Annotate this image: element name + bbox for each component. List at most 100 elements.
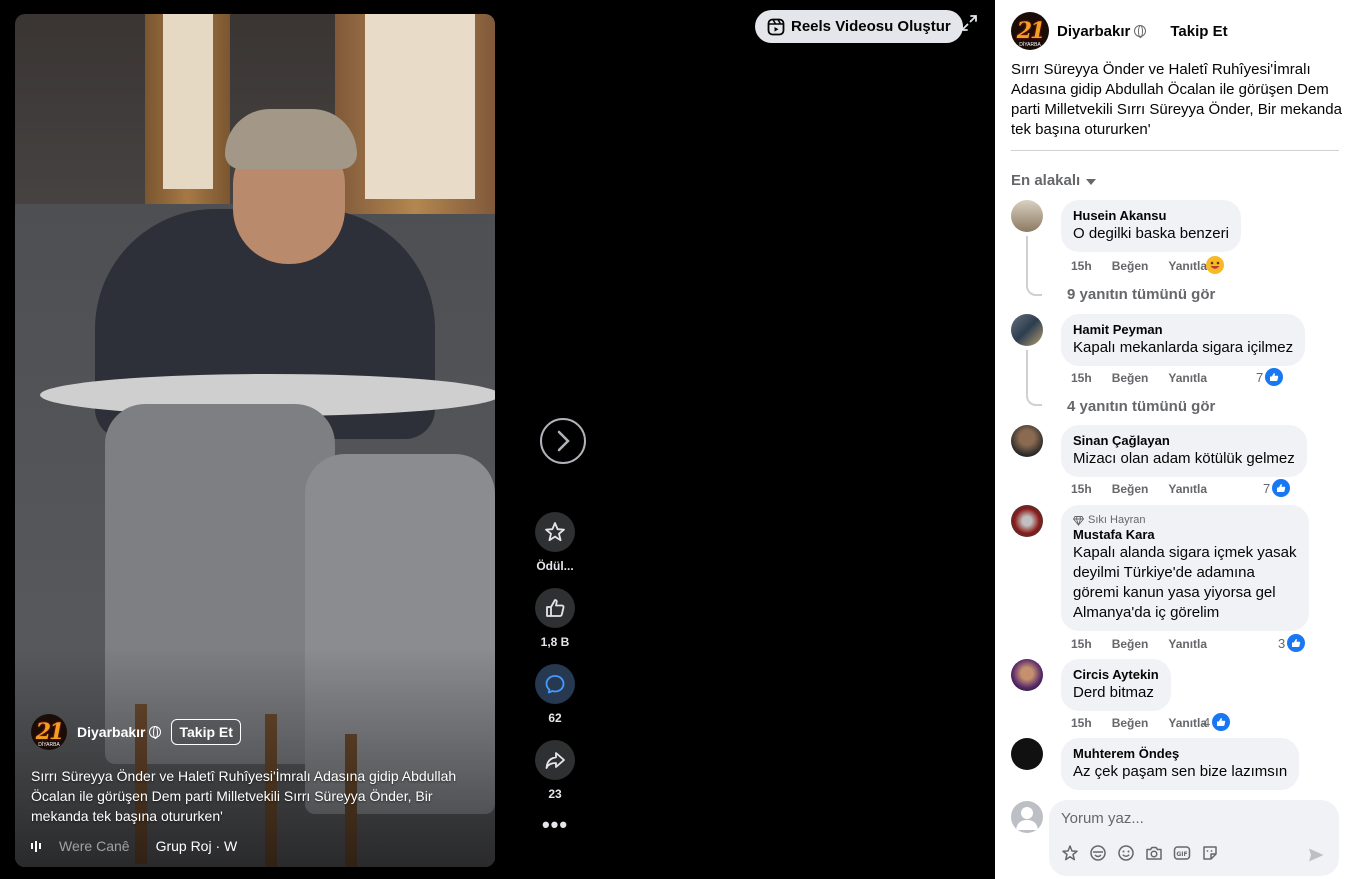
comment-count: 62 [548, 711, 562, 725]
commenter-avatar[interactable] [1011, 200, 1043, 232]
share-button[interactable] [535, 740, 575, 780]
comment-button[interactable] [535, 664, 575, 704]
camera-icon[interactable] [1145, 844, 1163, 862]
comment-action[interactable]: 62 [535, 664, 575, 725]
comment-time[interactable]: 15h [1071, 716, 1092, 730]
gif-icon[interactable]: GIF [1173, 844, 1191, 862]
commenter-avatar[interactable] [1011, 425, 1043, 457]
award-action[interactable]: Ödül... [535, 512, 575, 573]
award-label: Ödül... [536, 559, 574, 573]
comment-reply-link[interactable]: Yanıtla [1168, 716, 1207, 730]
reaction-count: 7 [1263, 480, 1271, 496]
comment-reply-link[interactable]: Yanıtla [1168, 482, 1207, 496]
logo-subtext: DİYARBA [38, 742, 60, 748]
panel-header: 21 DİYARBA Diyarbakır Takip Et [1011, 12, 1228, 50]
comment-reply-link[interactable]: Yanıtla [1168, 259, 1207, 273]
comment-input-box[interactable]: Yorum yaz... GIF [1049, 800, 1339, 876]
like-button[interactable] [535, 588, 575, 628]
video-scene-cap [225, 109, 357, 169]
avatar-sticker-icon[interactable] [1089, 844, 1107, 862]
comment-like-link[interactable]: Beğen [1112, 637, 1149, 651]
page-avatar[interactable]: 21 DİYARBA [31, 714, 67, 750]
comment-item: Hamit Peyman Kapalı mekanlarda sigara iç… [1011, 314, 1345, 424]
view-replies-link[interactable]: 9 yanıtın tümünü gör [1067, 286, 1215, 303]
comment-like-link[interactable]: Beğen [1112, 371, 1149, 385]
comment-text: O degilki baska benzeri [1073, 225, 1229, 242]
laughing-emoji-icon [1206, 256, 1224, 274]
reaction-count: 4 [1203, 714, 1211, 730]
comment-time[interactable]: 15h [1071, 371, 1092, 385]
star-award-icon [545, 522, 565, 542]
video-follow-button[interactable]: Takip Et [171, 719, 241, 745]
comment-like-link[interactable]: Beğen [1112, 259, 1149, 273]
more-options-button[interactable]: ••• [542, 814, 568, 836]
comment-reactions[interactable]: 3 [1278, 634, 1306, 652]
reel-video[interactable]: 21 DİYARBA Diyarbakır Takip Et Sırrı Sür… [15, 14, 495, 867]
comment-author[interactable]: Hamit Peyman [1073, 322, 1293, 338]
comment-bubble: Muhterem Öndeş Az çek paşam sen bize laz… [1061, 738, 1300, 790]
composer-tools: GIF [1061, 844, 1219, 862]
page-avatar[interactable]: 21 DİYARBA [1011, 12, 1049, 50]
video-owner-row: 21 DİYARBA Diyarbakır Takip Et [31, 714, 241, 750]
chevron-right-icon [557, 430, 570, 452]
globe-icon [1134, 24, 1147, 38]
comment-time[interactable]: 15h [1071, 637, 1092, 651]
comment-reactions[interactable]: 7 [1256, 368, 1284, 386]
globe-icon [149, 726, 162, 739]
reel-actions: Ödül... 1,8 B 62 23 ••• [529, 512, 581, 836]
commenter-avatar[interactable] [1011, 659, 1043, 691]
comment-author[interactable]: Muhterem Öndeş [1073, 746, 1287, 762]
comment-time[interactable]: 15h [1071, 482, 1092, 496]
sort-label: En alakalı [1011, 172, 1081, 189]
next-reel-button[interactable] [540, 418, 586, 464]
comment-author[interactable]: Circis Aytekin [1073, 667, 1159, 683]
comment-text: Derd bitmaz [1073, 684, 1154, 701]
commenter-avatar[interactable] [1011, 505, 1043, 537]
comment-meta: 15h Beğen Yanıtla [1071, 259, 1227, 273]
comment-item: Circis Aytekin Derd bitmaz 15h Beğen Yan… [1011, 659, 1345, 731]
panel-owner-name-text: Diyarbakır [1057, 22, 1131, 40]
comment-reactions[interactable]: 7 [1263, 479, 1291, 497]
comment-time[interactable]: 15h [1071, 259, 1092, 273]
comment-text: Mizacı olan adam kötülük gelmez [1073, 450, 1295, 467]
commenter-avatar[interactable] [1011, 314, 1043, 346]
comments-panel: 21 DİYARBA Diyarbakır Takip Et Sırrı Sür… [995, 0, 1357, 879]
video-audio-row[interactable]: Were Canê Grup Roj · W [31, 838, 271, 854]
comment-reply-link[interactable]: Yanıtla [1168, 371, 1207, 385]
comment-author[interactable]: Mustafa Kara [1073, 527, 1297, 543]
star-sticker-icon[interactable] [1061, 844, 1079, 862]
comment-author[interactable]: Sinan Çağlayan [1073, 433, 1295, 449]
comment-item: Sıkı Hayran Mustafa Kara Kapalı alanda s… [1011, 505, 1345, 655]
current-user-avatar[interactable] [1011, 801, 1043, 833]
default-user-icon [1016, 807, 1038, 830]
view-replies-link[interactable]: 4 yanıtın tümünü gör [1067, 398, 1215, 415]
reaction-count: 7 [1256, 369, 1264, 385]
award-button[interactable] [535, 512, 575, 552]
share-action[interactable]: 23 [535, 740, 575, 801]
like-action[interactable]: 1,8 B [535, 588, 575, 649]
video-owner-name[interactable]: Diyarbakır [77, 724, 162, 740]
create-reel-button[interactable]: Reels Videosu Oluştur [755, 10, 963, 43]
panel-follow-button[interactable]: Takip Et [1170, 23, 1227, 40]
video-scene-wood-panel [335, 14, 495, 214]
comment-like-link[interactable]: Beğen [1112, 716, 1149, 730]
sticker-icon[interactable] [1201, 844, 1219, 862]
comment-input-placeholder[interactable]: Yorum yaz... [1061, 810, 1144, 827]
send-button[interactable] [1307, 846, 1325, 869]
like-reaction-icon [1212, 713, 1231, 731]
comment-bubble: Husein Akansu O degilki baska benzeri [1061, 200, 1241, 252]
comment-like-link[interactable]: Beğen [1112, 482, 1149, 496]
comment-reactions[interactable]: 4 [1203, 713, 1231, 731]
commenter-avatar[interactable] [1011, 738, 1043, 770]
thumbs-up-icon [546, 599, 565, 617]
comment-reply-link[interactable]: Yanıtla [1168, 637, 1207, 651]
comment-reactions[interactable] [1206, 256, 1224, 274]
video-scene-wood-panel [145, 14, 230, 204]
video-bottom-shade [15, 647, 495, 867]
comment-sort-dropdown[interactable]: En alakalı [1011, 172, 1097, 189]
panel-owner-name[interactable]: Diyarbakır [1057, 22, 1147, 40]
badge-label: Sıkı Hayran [1088, 514, 1146, 526]
fullscreen-button[interactable] [959, 13, 979, 33]
emoji-icon[interactable] [1117, 844, 1135, 862]
comment-author[interactable]: Husein Akansu [1073, 208, 1229, 224]
